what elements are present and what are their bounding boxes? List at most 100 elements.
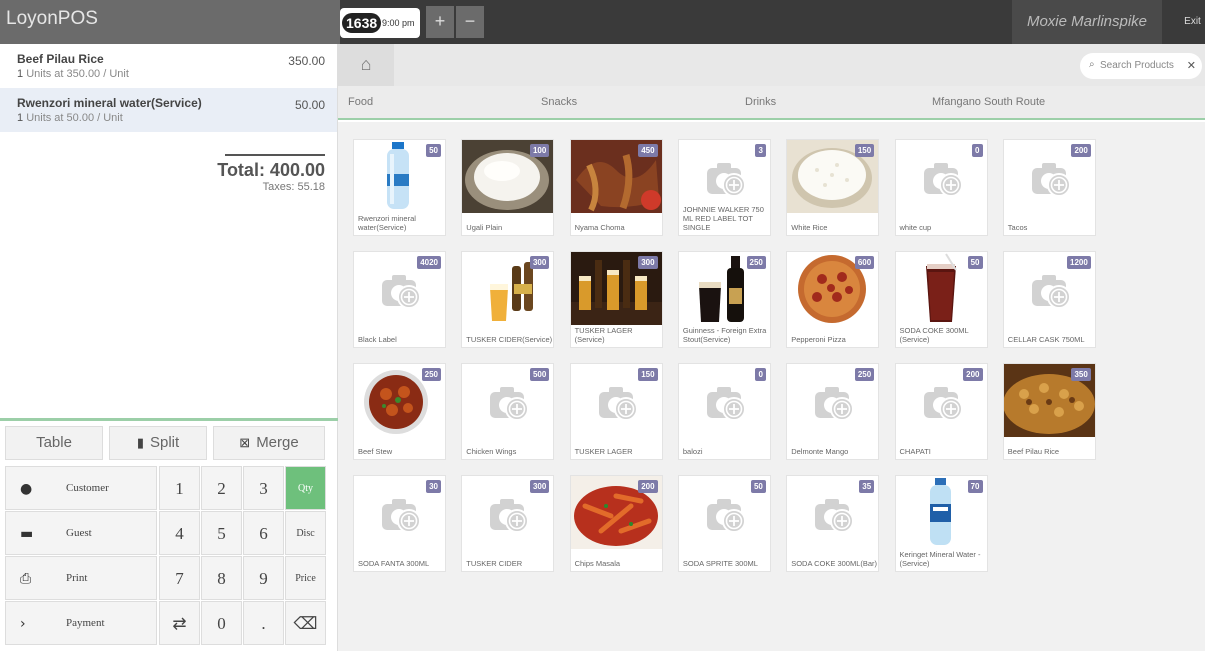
merge-button[interactable]: ⊠ Merge: [213, 426, 325, 460]
product-price-tag: 200: [963, 368, 983, 381]
product-card[interactable]: 1200 CELLAR CASK 750ML: [1002, 251, 1096, 348]
product-card[interactable]: 3 JOHNNIE WALKER 750 ML RED LABEL TOT SIN…: [677, 139, 771, 236]
chevron-right-icon: ›: [20, 616, 26, 632]
order-panel: Beef Pilau Rice 350.00 1 Units at 350.00…: [0, 44, 338, 651]
product-card[interactable]: 150 White Rice: [786, 139, 880, 236]
qty-button[interactable]: Qty: [285, 466, 326, 510]
product-name: JOHNNIE WALKER 750 ML RED LABEL TOT SING…: [682, 205, 764, 232]
product-name: Nyama Choma: [574, 223, 625, 232]
customer-button[interactable]: ● Customer: [5, 466, 157, 510]
product-price-tag: 50: [426, 144, 441, 157]
product-name: Chicken Wings: [466, 447, 517, 456]
key-3[interactable]: 3: [243, 466, 284, 510]
product-name: TUSKER LAGER: [574, 447, 633, 456]
payment-button[interactable]: › Payment: [5, 601, 157, 645]
print-button[interactable]: ⎙ Print: [5, 556, 157, 600]
product-name: Ugali Plain: [466, 223, 503, 232]
product-card[interactable]: 50 SODA SPRITE 300ML: [677, 475, 771, 572]
camera-placeholder-icon: [706, 163, 746, 197]
product-card[interactable]: 35 SODA COKE 300ML(Bar): [786, 475, 880, 572]
key-1[interactable]: 1: [159, 466, 200, 510]
product-card[interactable]: 150 TUSKER LAGER: [569, 363, 663, 460]
product-card[interactable]: 50 Rwenzori mineral water(Service): [353, 139, 446, 236]
key-dot[interactable]: .: [243, 601, 284, 645]
product-card[interactable]: 350 Beef Pilau Rice: [1002, 363, 1096, 460]
product-card[interactable]: 600 Pepperoni Pizza: [786, 251, 880, 348]
product-card[interactable]: 300 TUSKER LAGER (Service): [569, 251, 663, 348]
product-card[interactable]: 100 Ugali Plain: [461, 139, 555, 236]
key-5[interactable]: 5: [201, 511, 242, 555]
swap-button[interactable]: ⇄: [159, 601, 200, 645]
category-drinks[interactable]: Drinks: [745, 96, 776, 108]
product-price-tag: 300: [638, 256, 658, 269]
user-icon: ●: [20, 481, 33, 497]
product-card[interactable]: 0 balozi: [677, 363, 771, 460]
camera-placeholder-icon: [598, 387, 638, 421]
product-price-tag: 0: [972, 144, 983, 157]
product-name: Keringet Mineral Water -(Service): [899, 550, 981, 568]
key-9[interactable]: 9: [243, 556, 284, 600]
product-card[interactable]: 4020 Black Label: [353, 251, 446, 348]
product-card[interactable]: 250 Delmonte Mango: [786, 363, 880, 460]
search-input[interactable]: ⌕ Search Products ✕: [1080, 53, 1202, 79]
key-0[interactable]: 0: [201, 601, 242, 645]
order-tab[interactable]: 1638 9:00 pm: [340, 8, 420, 38]
payment-label: Payment: [66, 617, 105, 629]
camera-placeholder-icon: [923, 387, 963, 421]
table-button[interactable]: Table: [5, 426, 103, 460]
product-name: CHAPATI: [899, 447, 931, 456]
product-name: Guinness - Foreign Extra Stout(Service): [682, 326, 767, 344]
camera-placeholder-icon: [382, 275, 421, 309]
product-card[interactable]: 300 TUSKER CIDER(Service): [461, 251, 555, 348]
product-card[interactable]: 250 Beef Stew: [353, 363, 446, 460]
camera-placeholder-icon: [923, 163, 963, 197]
key-8[interactable]: 8: [201, 556, 242, 600]
print-icon: ⎙: [20, 571, 32, 587]
product-card[interactable]: 250 Guinness - Foreign Extra Stout(Servic…: [677, 251, 771, 348]
pos-app: LoyonPOS 1638 9:00 pm + − Moxie Marlinsp…: [0, 0, 1205, 651]
order-line[interactable]: Beef Pilau Rice 350.00 1 Units at 350.00…: [0, 44, 337, 88]
order-line-name: Beef Pilau Rice: [17, 52, 104, 66]
product-price-tag: 300: [529, 256, 550, 269]
add-order-button[interactable]: +: [426, 6, 454, 38]
product-card[interactable]: 70 Keringet Mineral Water -(Service): [894, 475, 988, 572]
order-total: Total: 400.00: [217, 160, 325, 180]
key-2[interactable]: 2: [201, 466, 242, 510]
product-price-tag: 50: [967, 256, 983, 269]
product-card[interactable]: 200 CHAPATI: [894, 363, 988, 460]
split-button[interactable]: ▮ Split: [109, 426, 207, 460]
product-card[interactable]: 300 TUSKER CIDER: [461, 475, 555, 572]
user-name[interactable]: Moxie Marlinspike: [1012, 0, 1162, 44]
key-7[interactable]: 7: [159, 556, 200, 600]
product-card[interactable]: 0 white cup: [894, 139, 988, 236]
product-card[interactable]: 500 Chicken Wings: [461, 363, 555, 460]
product-card[interactable]: 200 Tacos: [1002, 139, 1096, 236]
key-4[interactable]: 4: [159, 511, 200, 555]
guest-button[interactable]: ▬ Guest: [5, 511, 157, 555]
remove-order-button[interactable]: −: [456, 6, 484, 38]
category-snacks[interactable]: Snacks: [541, 96, 577, 108]
key-6[interactable]: 6: [243, 511, 284, 555]
product-card[interactable]: 450 Nyama Choma: [569, 139, 663, 236]
product-price-tag: 250: [854, 368, 875, 381]
order-line-price: 50.00: [294, 98, 325, 112]
order-line-selected[interactable]: Rwenzori mineral water(Service) 50.00 1 …: [0, 88, 337, 132]
product-card[interactable]: 200 Chips Masala: [569, 475, 663, 572]
product-name: SODA COKE 300ML(Bar): [791, 559, 878, 568]
backspace-button[interactable]: ⌫: [285, 601, 326, 645]
product-name: SODA COKE 300ML (Service): [899, 326, 969, 344]
product-price-tag: 70: [967, 480, 983, 493]
product-price-tag: 250: [421, 368, 441, 381]
product-card[interactable]: 30 SODA FANTA 300ML: [353, 475, 446, 572]
category-food[interactable]: Food: [348, 96, 373, 108]
exit-button[interactable]: Exit: [1180, 0, 1205, 44]
category-mfangano-south-route[interactable]: Mfangano South Route: [932, 96, 1045, 108]
price-button[interactable]: Price: [285, 556, 326, 600]
camera-placeholder-icon: [815, 387, 855, 421]
summary-divider: [225, 154, 325, 156]
breadcrumb-bar: ⌂ ⌕ Search Products ✕: [338, 44, 1205, 86]
disc-button[interactable]: Disc: [285, 511, 326, 555]
product-price-tag: 200: [1071, 144, 1091, 157]
clear-search-icon[interactable]: ✕: [1187, 59, 1196, 72]
product-card[interactable]: 50 SODA COKE 300ML (Service): [894, 251, 988, 348]
